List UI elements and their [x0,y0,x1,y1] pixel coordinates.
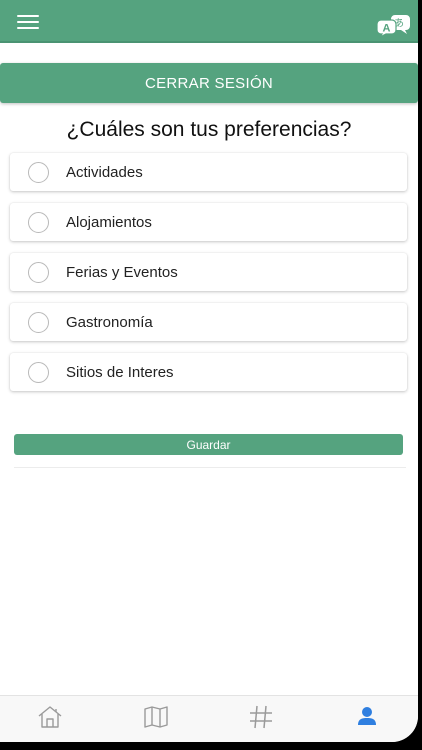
user-icon[interactable] [353,704,381,730]
home-icon[interactable] [36,704,64,730]
save-button[interactable]: Guardar [14,434,403,455]
preference-item-ferias-y-eventos[interactable]: Ferias y Eventos [10,253,407,291]
radio-button[interactable] [28,362,49,383]
map-icon[interactable] [142,704,170,730]
radio-button[interactable] [28,212,49,233]
preference-item-sitios-de-interes[interactable]: Sitios de Interes [10,353,407,391]
preference-label: Actividades [66,164,143,181]
translate-icon[interactable]: あ A [376,12,412,39]
preference-label: Alojamientos [66,214,152,231]
preference-label: Ferias y Eventos [66,264,178,281]
logout-button[interactable]: CERRAR SESIÓN [0,63,418,103]
preference-item-actividades[interactable]: Actividades [10,153,407,191]
preference-item-gastronomia[interactable]: Gastronomía [10,303,407,341]
radio-button[interactable] [28,162,49,183]
app-screen: あ A CERRAR SESIÓN ¿Cuáles son tus prefer… [0,0,418,742]
radio-button[interactable] [28,262,49,283]
hamburger-menu-icon[interactable] [17,15,39,29]
preference-item-alojamientos[interactable]: Alojamientos [10,203,407,241]
translate-glyph-latin: A [383,23,391,35]
radio-button[interactable] [28,312,49,333]
bottom-tab-bar [0,695,418,742]
page-title: ¿Cuáles son tus preferencias? [66,118,352,141]
preference-label: Sitios de Interes [66,364,174,381]
top-app-bar: あ A [0,0,418,43]
hashtag-icon[interactable] [247,704,275,730]
divider [14,467,406,468]
preference-label: Gastronomía [66,314,153,331]
